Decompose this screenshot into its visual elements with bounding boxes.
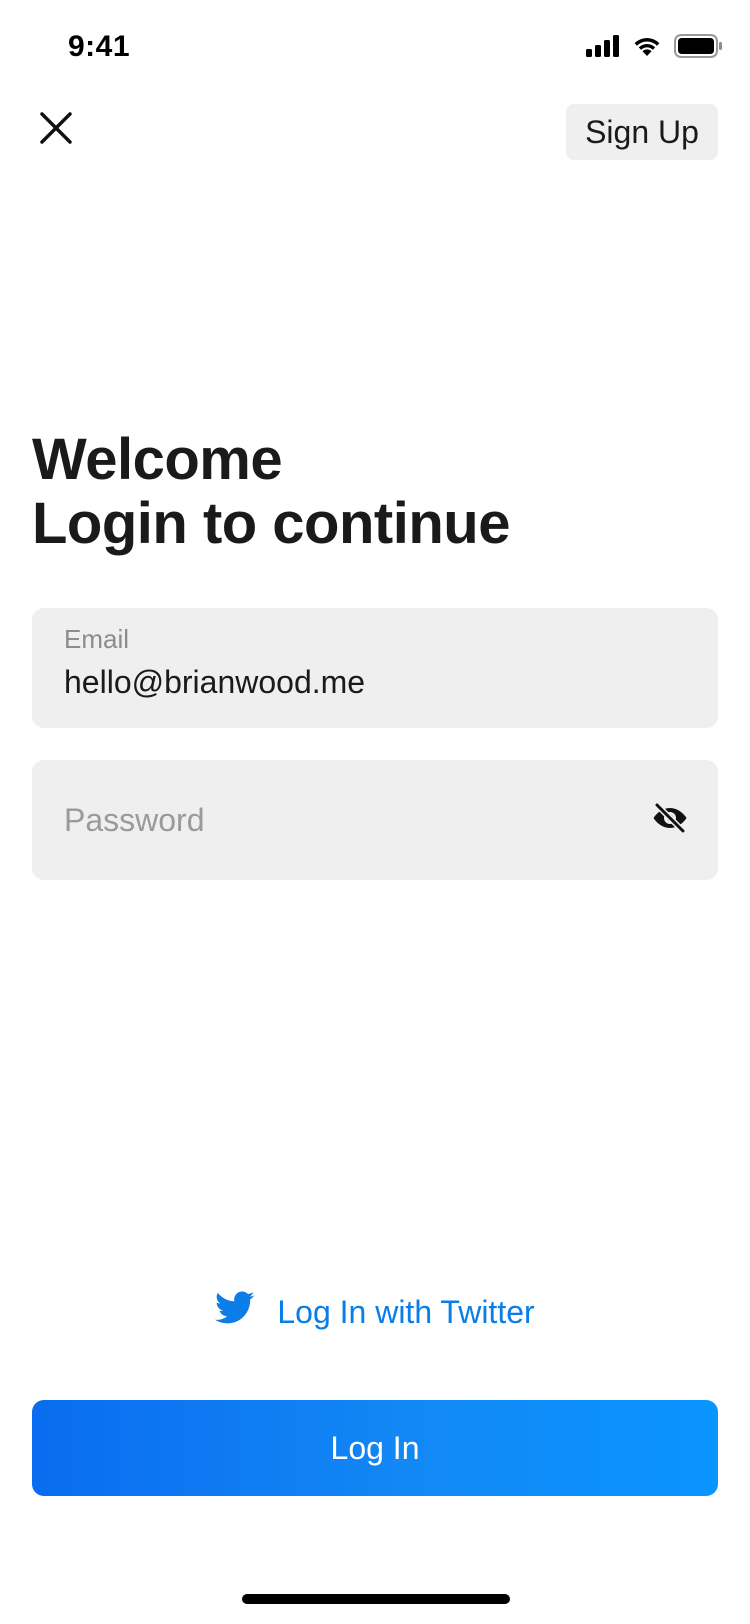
eye-off-icon xyxy=(652,801,688,838)
email-field[interactable]: Email hello@brianwood.me xyxy=(32,608,718,728)
status-time: 9:41 xyxy=(68,30,131,63)
twitter-login-label: Log In with Twitter xyxy=(277,1293,535,1330)
password-placeholder: Password xyxy=(64,802,205,838)
log-in-button[interactable]: Log In xyxy=(32,1400,718,1496)
battery-icon xyxy=(674,34,722,63)
twitter-login-button[interactable]: Log In with Twitter xyxy=(0,1290,750,1334)
page-title: Welcome Login to continue xyxy=(32,428,510,556)
home-indicator[interactable] xyxy=(242,1594,510,1604)
email-label: Email xyxy=(64,624,130,654)
title-line-2: Login to continue xyxy=(32,491,510,556)
email-value[interactable]: hello@brianwood.me xyxy=(64,664,365,701)
cellular-signal-icon xyxy=(586,35,620,62)
title-line-1: Welcome xyxy=(32,427,283,492)
password-field[interactable]: Password xyxy=(32,760,718,880)
wifi-icon xyxy=(632,35,662,62)
close-button[interactable] xyxy=(30,104,82,156)
twitter-icon xyxy=(215,1291,255,1333)
status-icons xyxy=(586,34,722,63)
password-visibility-toggle[interactable] xyxy=(650,800,690,840)
sign-up-button[interactable]: Sign Up xyxy=(566,104,718,160)
status-bar: 9:41 xyxy=(0,0,750,96)
close-icon xyxy=(39,111,73,150)
